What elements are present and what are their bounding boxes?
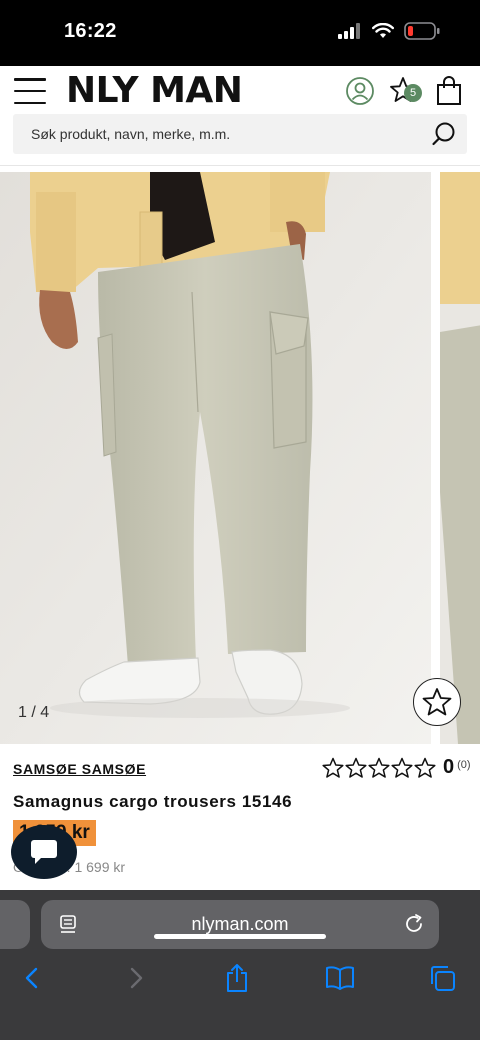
rating-star-icon bbox=[322, 757, 344, 778]
share-button[interactable] bbox=[221, 962, 253, 994]
chat-bubble-icon bbox=[31, 840, 57, 864]
bookmarks-button[interactable] bbox=[324, 962, 356, 994]
rating-star-icon bbox=[345, 757, 367, 778]
search-input[interactable] bbox=[31, 114, 411, 154]
account-icon[interactable] bbox=[345, 76, 375, 106]
tabs-icon bbox=[431, 966, 455, 991]
battery-icon bbox=[404, 22, 440, 40]
next-product-image-preview[interactable] bbox=[440, 172, 480, 744]
add-to-wishlist-button[interactable] bbox=[413, 678, 461, 726]
status-icons bbox=[338, 22, 440, 40]
url-text: nlyman.com bbox=[191, 914, 289, 934]
rating-star-icon bbox=[414, 757, 436, 778]
rating-count: (0) bbox=[457, 758, 471, 771]
site-header: NLY MAN bbox=[0, 66, 480, 166]
reload-icon[interactable] bbox=[403, 913, 425, 935]
product-image-gallery[interactable]: 1 / 4 bbox=[0, 172, 480, 744]
rating-star-icon bbox=[391, 757, 413, 778]
search-bar[interactable] bbox=[13, 114, 467, 154]
previous-tab-preview[interactable] bbox=[0, 900, 30, 949]
product-rating[interactable]: 0 (0) bbox=[322, 756, 471, 779]
book-icon bbox=[326, 966, 354, 990]
wifi-icon bbox=[372, 23, 394, 38]
rating-star-icon bbox=[368, 757, 390, 778]
hamburger-menu-button[interactable] bbox=[14, 78, 46, 104]
menu-line-icon bbox=[14, 89, 46, 93]
tabs-button[interactable] bbox=[426, 962, 458, 994]
search-icon[interactable] bbox=[431, 121, 457, 147]
home-indicator bbox=[154, 934, 326, 939]
status-time: 16:22 bbox=[64, 20, 117, 42]
chevron-left-icon bbox=[25, 967, 38, 989]
product-brand-link[interactable]: SAMSØE SAMSØE bbox=[13, 761, 146, 777]
wishlist-count-badge: 5 bbox=[404, 84, 422, 102]
shopping-bag-icon[interactable] bbox=[436, 76, 462, 106]
forward-button[interactable] bbox=[120, 962, 152, 994]
chat-button[interactable] bbox=[11, 825, 77, 879]
browser-nav-row bbox=[0, 956, 480, 1000]
rating-value: 0 bbox=[443, 756, 455, 778]
status-bar: 16:22 bbox=[0, 0, 480, 66]
address-bar[interactable]: nlyman.com bbox=[41, 900, 439, 949]
next-image-preview-graphic bbox=[440, 172, 480, 744]
cellular-signal-icon bbox=[338, 23, 360, 39]
page: 16:22 NLY MAN Søk produkt, navn, merke, … bbox=[0, 0, 480, 1040]
chevron-right-icon bbox=[130, 967, 143, 989]
menu-line-icon bbox=[14, 78, 46, 81]
product-title: Samagnus cargo trousers 15146 bbox=[13, 792, 293, 811]
site-logo[interactable]: NLY MAN bbox=[66, 70, 243, 111]
product-image[interactable] bbox=[0, 172, 431, 744]
share-icon bbox=[227, 964, 247, 992]
star-outline-icon bbox=[422, 688, 452, 716]
rating-stars bbox=[322, 757, 437, 779]
image-counter: 1 / 4 bbox=[18, 704, 50, 721]
menu-line-icon bbox=[14, 101, 46, 104]
browser-toolbar: nlyman.com bbox=[0, 890, 480, 1040]
back-button[interactable] bbox=[16, 962, 48, 994]
model-in-cargo-trousers-image bbox=[0, 172, 431, 744]
